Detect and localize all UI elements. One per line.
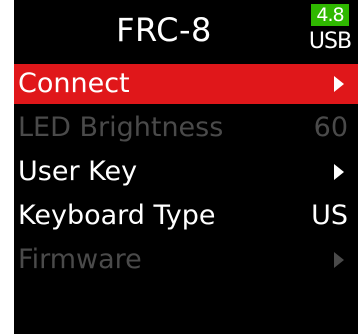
- menu-item-value: US: [311, 200, 348, 231]
- battery-voltage: 4.8: [311, 4, 349, 26]
- menu-item-connect[interactable]: Connect: [14, 64, 358, 104]
- menu-item-led-brightness[interactable]: LED Brightness 60: [14, 108, 358, 148]
- screen-title: FRC-8: [116, 11, 212, 49]
- settings-menu: Connect LED Brightness 60 User Key Keybo…: [14, 64, 358, 280]
- right-arrow-icon: [334, 164, 344, 180]
- menu-item-label: User Key: [18, 156, 138, 187]
- title-bar: FRC-8 4.8 USB: [14, 0, 358, 64]
- menu-item-label: Keyboard Type: [18, 200, 216, 231]
- menu-item-keyboard-type[interactable]: Keyboard Type US: [14, 196, 358, 236]
- menu-item-label: Firmware: [18, 244, 142, 275]
- device-screen: FRC-8 4.8 USB Connect LED Brightness 60 …: [14, 0, 358, 334]
- menu-item-label: Connect: [18, 68, 130, 99]
- power-source-label: USB: [308, 29, 352, 54]
- menu-item-label: LED Brightness: [18, 112, 224, 143]
- right-arrow-icon: [334, 252, 344, 268]
- menu-item-firmware[interactable]: Firmware: [14, 240, 358, 280]
- menu-item-user-key[interactable]: User Key: [14, 152, 358, 192]
- battery-indicator: 4.8 USB: [308, 2, 352, 58]
- menu-item-value: 60: [313, 112, 348, 143]
- right-arrow-icon: [334, 76, 344, 92]
